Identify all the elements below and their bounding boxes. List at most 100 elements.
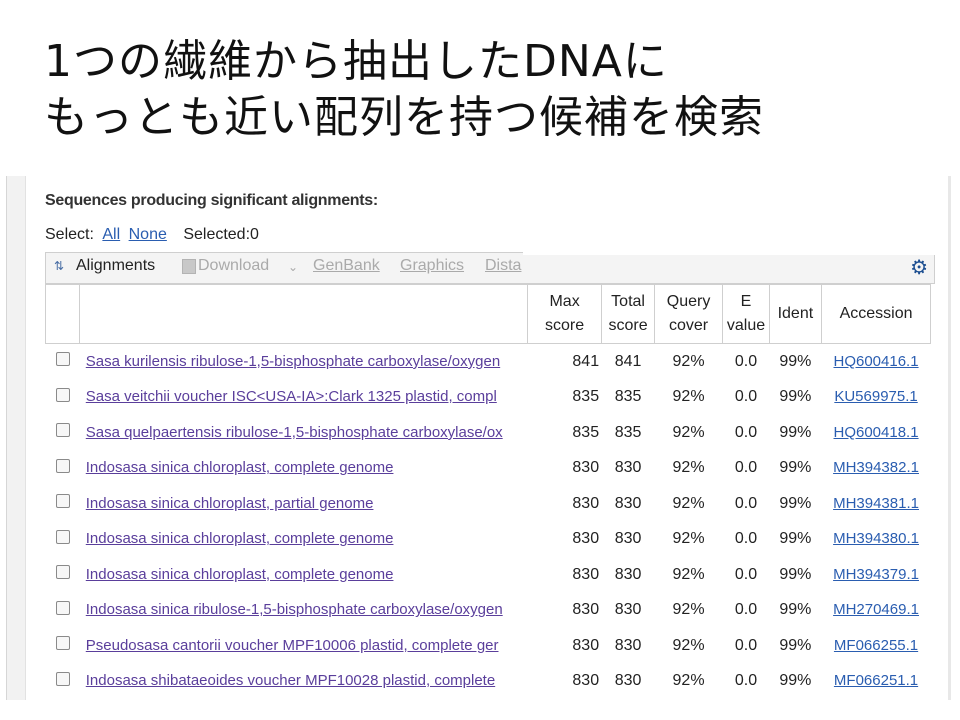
header-accession[interactable]: Accession — [821, 284, 931, 344]
header-max-score-line2: score — [545, 317, 585, 334]
header-ident[interactable]: Ident — [768, 284, 823, 344]
row-accession-cell: MH394380.1 — [822, 522, 931, 558]
row-total-score: 835 — [614, 388, 642, 406]
toolbar-top-cover — [523, 245, 943, 255]
selected-count: Selected:0 — [183, 226, 259, 243]
header-query-cover[interactable]: Query cover — [653, 284, 724, 344]
select-none-link[interactable]: None — [129, 226, 167, 243]
row-description-link[interactable]: Indosasa sinica chloroplast, complete ge… — [86, 459, 394, 476]
table-row: Indosasa sinica chloroplast, partial gen… — [46, 486, 931, 522]
row-accession-link[interactable]: HQ600416.1 — [834, 353, 919, 370]
row-accession-link[interactable]: MH394380.1 — [833, 530, 919, 547]
row-e-value: 0.0 — [734, 352, 758, 370]
row-accession-cell: MH394382.1 — [822, 451, 931, 487]
row-query-cover: 92% — [672, 672, 705, 690]
row-e-value: 0.0 — [734, 530, 758, 548]
header-max-score-line1: Max — [549, 293, 580, 310]
row-description-link[interactable]: Pseudosasa cantorii voucher MPF10006 pla… — [86, 637, 499, 654]
row-e-value: 0.0 — [734, 601, 758, 619]
row-ident: 99% — [779, 352, 812, 370]
table-row: Indosasa sinica chloroplast, complete ge… — [46, 451, 931, 487]
row-description-link[interactable]: Indosasa sinica chloroplast, complete ge… — [86, 566, 394, 583]
row-e-value: 0.0 — [734, 459, 758, 477]
row-description-link[interactable]: Sasa veitchii voucher ISC<USA-IA>:Clark … — [86, 388, 497, 405]
table-row: Sasa quelpaertensis ribulose-1,5-bisphos… — [46, 415, 931, 451]
row-total-score: 830 — [614, 565, 642, 583]
row-accession-link[interactable]: MH394381.1 — [833, 495, 919, 512]
row-accession-link[interactable]: HQ600418.1 — [834, 424, 919, 441]
row-checkbox-cell — [46, 664, 80, 700]
row-description-link[interactable]: Indosasa sinica chloroplast, complete ge… — [86, 530, 394, 547]
graphics-link[interactable]: Graphics — [400, 257, 464, 275]
row-max-score: 830 — [572, 672, 600, 690]
row-checkbox[interactable] — [55, 671, 70, 686]
header-total-score[interactable]: Total score — [601, 284, 655, 344]
row-checkbox[interactable] — [55, 423, 70, 438]
distance-tree-link[interactable]: Dista — [485, 257, 531, 275]
row-max-score: 830 — [572, 601, 600, 619]
row-checkbox[interactable] — [55, 529, 70, 544]
row-checkbox-cell — [46, 628, 80, 664]
row-max-score: 835 — [572, 423, 600, 441]
row-e-value: 0.0 — [734, 565, 758, 583]
row-accession-link[interactable]: MF066255.1 — [834, 637, 918, 654]
row-description-cell: Sasa veitchii voucher ISC<USA-IA>:Clark … — [80, 380, 570, 416]
row-accession-link[interactable]: MH270469.1 — [833, 601, 919, 618]
header-e-value-line2: value — [726, 317, 766, 334]
row-max-score: 830 — [572, 565, 600, 583]
row-checkbox[interactable] — [55, 387, 70, 402]
row-total-score: 830 — [614, 494, 642, 512]
row-description-link[interactable]: Indosasa sinica chloroplast, partial gen… — [86, 495, 374, 512]
table-header-row: Max score Total score Query cover E valu… — [44, 284, 931, 344]
header-description-cell — [79, 284, 528, 344]
row-checkbox-cell — [46, 486, 80, 522]
header-max-score[interactable]: Max score — [526, 284, 603, 344]
row-accession-link[interactable]: KU569975.1 — [834, 388, 917, 405]
row-ident: 99% — [779, 423, 812, 441]
row-ident: 99% — [779, 494, 812, 512]
row-checkbox-cell — [46, 344, 80, 380]
row-e-value: 0.0 — [734, 672, 758, 690]
row-accession-link[interactable]: MH394379.1 — [833, 566, 919, 583]
download-button[interactable]: Download — [198, 257, 269, 275]
row-checkbox[interactable] — [55, 636, 70, 651]
row-checkbox-cell — [46, 415, 80, 451]
row-description-cell: Indosasa sinica chloroplast, partial gen… — [80, 486, 570, 522]
row-checkbox-cell — [46, 522, 80, 558]
row-description-link[interactable]: Indosasa shibataeoides voucher MPF10028 … — [86, 672, 495, 689]
header-total-score-line1: Total — [611, 293, 645, 310]
row-accession-link[interactable]: MF066251.1 — [834, 672, 918, 689]
row-description-cell: Pseudosasa cantorii voucher MPF10006 pla… — [80, 628, 570, 664]
alignments-tab[interactable]: Alignments — [76, 257, 155, 275]
row-accession-cell: MF066255.1 — [822, 628, 931, 664]
row-total-score: 830 — [614, 530, 642, 548]
row-accession-cell: MH394379.1 — [822, 557, 931, 593]
genbank-link[interactable]: GenBank — [313, 257, 380, 275]
row-ident: 99% — [779, 388, 812, 406]
results-heading: Sequences producing significant alignmen… — [45, 192, 378, 209]
expand-collapse-arrows-icon[interactable]: ⇅ — [54, 259, 64, 273]
row-description-link[interactable]: Indosasa sinica ribulose-1,5-bisphosphat… — [86, 601, 503, 618]
chevron-down-icon[interactable]: ⌄ — [288, 260, 298, 274]
header-e-value[interactable]: E value — [722, 284, 770, 344]
row-checkbox[interactable] — [55, 458, 70, 473]
row-query-cover: 92% — [672, 459, 705, 477]
row-ident: 99% — [779, 672, 812, 690]
row-accession-link[interactable]: MH394382.1 — [833, 459, 919, 476]
select-all-link[interactable]: All — [102, 226, 120, 243]
row-query-cover: 92% — [672, 565, 705, 583]
row-description-link[interactable]: Sasa quelpaertensis ribulose-1,5-bisphos… — [86, 424, 503, 441]
row-total-score: 830 — [614, 672, 642, 690]
results-toolbar: ⇅ Alignments Download ⌄ GenBank Graphics… — [45, 245, 943, 284]
row-checkbox[interactable] — [55, 565, 70, 580]
row-checkbox[interactable] — [55, 494, 70, 509]
row-checkbox[interactable] — [55, 600, 70, 615]
row-description-link[interactable]: Sasa kurilensis ribulose-1,5-bisphosphat… — [86, 353, 500, 370]
gear-icon[interactable]: ⚙ — [910, 255, 928, 280]
row-description-cell: Sasa quelpaertensis ribulose-1,5-bisphos… — [80, 415, 570, 451]
row-checkbox[interactable] — [55, 352, 70, 367]
row-ident: 99% — [779, 601, 812, 619]
header-query-cover-line1: Query — [666, 293, 711, 310]
row-description-cell: Sasa kurilensis ribulose-1,5-bisphosphat… — [80, 344, 570, 380]
row-e-value: 0.0 — [734, 636, 758, 654]
